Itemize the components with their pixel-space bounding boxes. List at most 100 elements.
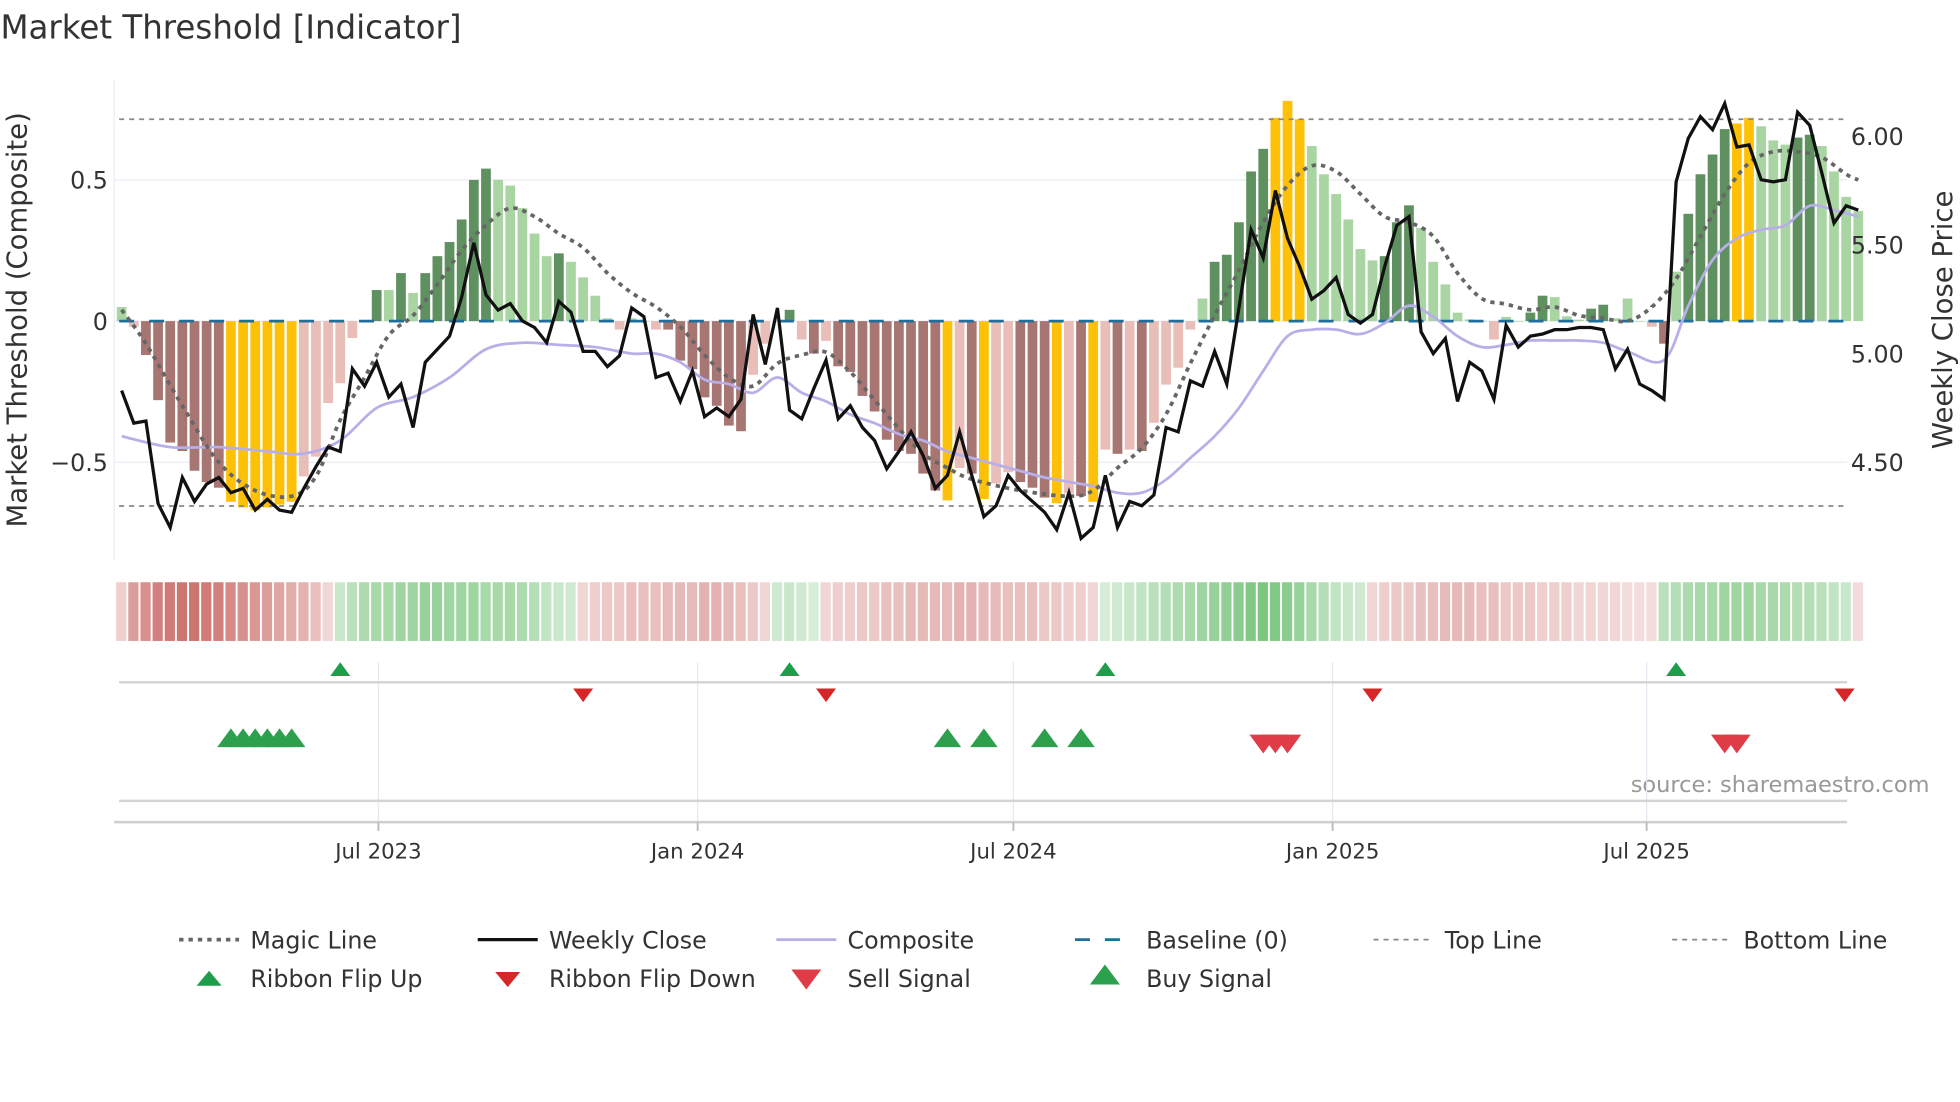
ribbon-cell — [1707, 582, 1718, 641]
composite-bar — [930, 321, 941, 491]
composite-bar — [1634, 321, 1645, 322]
ribbon-cell — [286, 582, 297, 641]
composite-bar — [614, 321, 625, 330]
ribbon-cell — [1719, 582, 1730, 641]
ribbon-cell — [140, 582, 151, 641]
composite-bar — [1136, 321, 1147, 451]
composite-bar — [1768, 140, 1779, 322]
ribbon-cell — [541, 582, 552, 641]
ribbon-cell — [1318, 582, 1329, 641]
composite-bar — [1197, 298, 1208, 322]
composite-bar — [201, 321, 212, 483]
composite-bar — [1574, 319, 1584, 322]
ribbon-cell — [1148, 582, 1159, 641]
chart-title: Market Threshold [Indicator] — [0, 9, 461, 47]
ribbon-cell — [1391, 582, 1402, 641]
composite-bar — [408, 292, 418, 322]
composite-bar — [493, 179, 503, 322]
composite-bar — [250, 321, 261, 511]
legend-label-flip_down: Ribbon Flip Down — [549, 965, 756, 993]
ribbon-cell — [1549, 582, 1560, 641]
ribbon-flip-down-marker — [573, 688, 594, 703]
ribbon-cell — [1184, 582, 1196, 641]
ribbon-cell — [1221, 582, 1232, 641]
composite-bar — [505, 185, 516, 322]
composite-bar — [1792, 137, 1803, 322]
composite-bar — [420, 273, 431, 322]
legend-label-buy: Buy Signal — [1146, 965, 1272, 993]
ribbon-cell — [601, 582, 613, 641]
composite-bar — [116, 306, 127, 322]
composite-bar — [371, 290, 382, 322]
composite-bar — [1452, 312, 1463, 322]
ribbon-cell — [1476, 582, 1487, 641]
ribbon-cell — [116, 582, 127, 641]
ribbon-cell — [1039, 582, 1050, 641]
composite-bar — [1355, 249, 1366, 322]
composite-bar — [153, 321, 163, 401]
left-tick-label: 0.5 — [70, 167, 108, 195]
ribbon-cell — [1561, 582, 1572, 641]
composite-bar — [1804, 134, 1815, 322]
composite-bar — [809, 321, 819, 354]
ribbon-cell — [614, 582, 625, 641]
ribbon-cell — [1524, 582, 1536, 641]
ribbon-cell — [1804, 582, 1815, 641]
composite-bar — [784, 309, 795, 322]
legend-label-composite: Composite — [848, 926, 975, 954]
ribbon-cell — [359, 582, 370, 641]
composite-bar — [444, 242, 455, 322]
composite-bar — [1695, 174, 1706, 322]
ribbon-cell — [1087, 582, 1098, 641]
ribbon-cell — [1269, 582, 1281, 641]
ribbon-cell — [383, 582, 394, 641]
ribbon-cell — [844, 582, 856, 641]
ribbon-cell — [1245, 582, 1256, 641]
ribbon-cell — [456, 582, 467, 641]
composite-bar — [383, 290, 394, 322]
composite-bar — [1282, 100, 1293, 322]
ribbon-cell — [747, 582, 758, 641]
ribbon-cell — [699, 582, 710, 641]
ribbon-cell — [395, 582, 406, 641]
composite-bar — [1185, 321, 1196, 330]
ribbon-cell — [941, 582, 953, 641]
ribbon-cell — [832, 582, 843, 641]
ribbon-cell — [1585, 582, 1596, 641]
ribbon-flip-up-marker — [779, 662, 800, 676]
buy-signal-marker — [1067, 728, 1095, 748]
ribbon-cell — [929, 582, 941, 641]
legend-label-price: Weekly Close — [549, 926, 707, 954]
composite-bar — [1161, 321, 1171, 385]
composite-bar — [541, 256, 552, 322]
ribbon-cell — [1537, 582, 1548, 641]
ribbon-cell — [638, 582, 649, 641]
ribbon-flip-down-marker — [816, 688, 837, 703]
left-axis-title: Market Threshold (Composite) — [2, 112, 34, 527]
ribbon-cell — [1282, 582, 1293, 641]
ribbon-cell — [1257, 582, 1268, 641]
ribbon-cell — [322, 582, 333, 641]
composite-bar — [286, 321, 297, 502]
ribbon-cell — [1367, 582, 1378, 641]
ribbon-cell — [1354, 582, 1366, 641]
ribbon-cell — [1852, 582, 1864, 641]
right-tick-label: 6.00 — [1851, 123, 1904, 151]
composite-bar — [347, 321, 358, 339]
ribbon-cell — [990, 582, 1001, 641]
composite-bar — [1513, 321, 1524, 322]
right-tick-label: 5.50 — [1851, 232, 1904, 260]
ribbon-cell — [310, 582, 321, 641]
composite-bar — [881, 321, 892, 440]
composite-bar — [1076, 321, 1086, 497]
composite-bar — [1489, 321, 1499, 340]
composite-bar — [1112, 321, 1123, 454]
ribbon-cell — [444, 582, 455, 641]
ribbon-cell — [796, 582, 807, 641]
ribbon-cell — [237, 582, 248, 641]
composite-bar — [1294, 119, 1305, 322]
ribbon-cell — [893, 582, 904, 641]
ribbon-cell — [966, 582, 977, 641]
composite-bar — [1853, 210, 1864, 322]
legend-sell-icon — [791, 969, 822, 990]
